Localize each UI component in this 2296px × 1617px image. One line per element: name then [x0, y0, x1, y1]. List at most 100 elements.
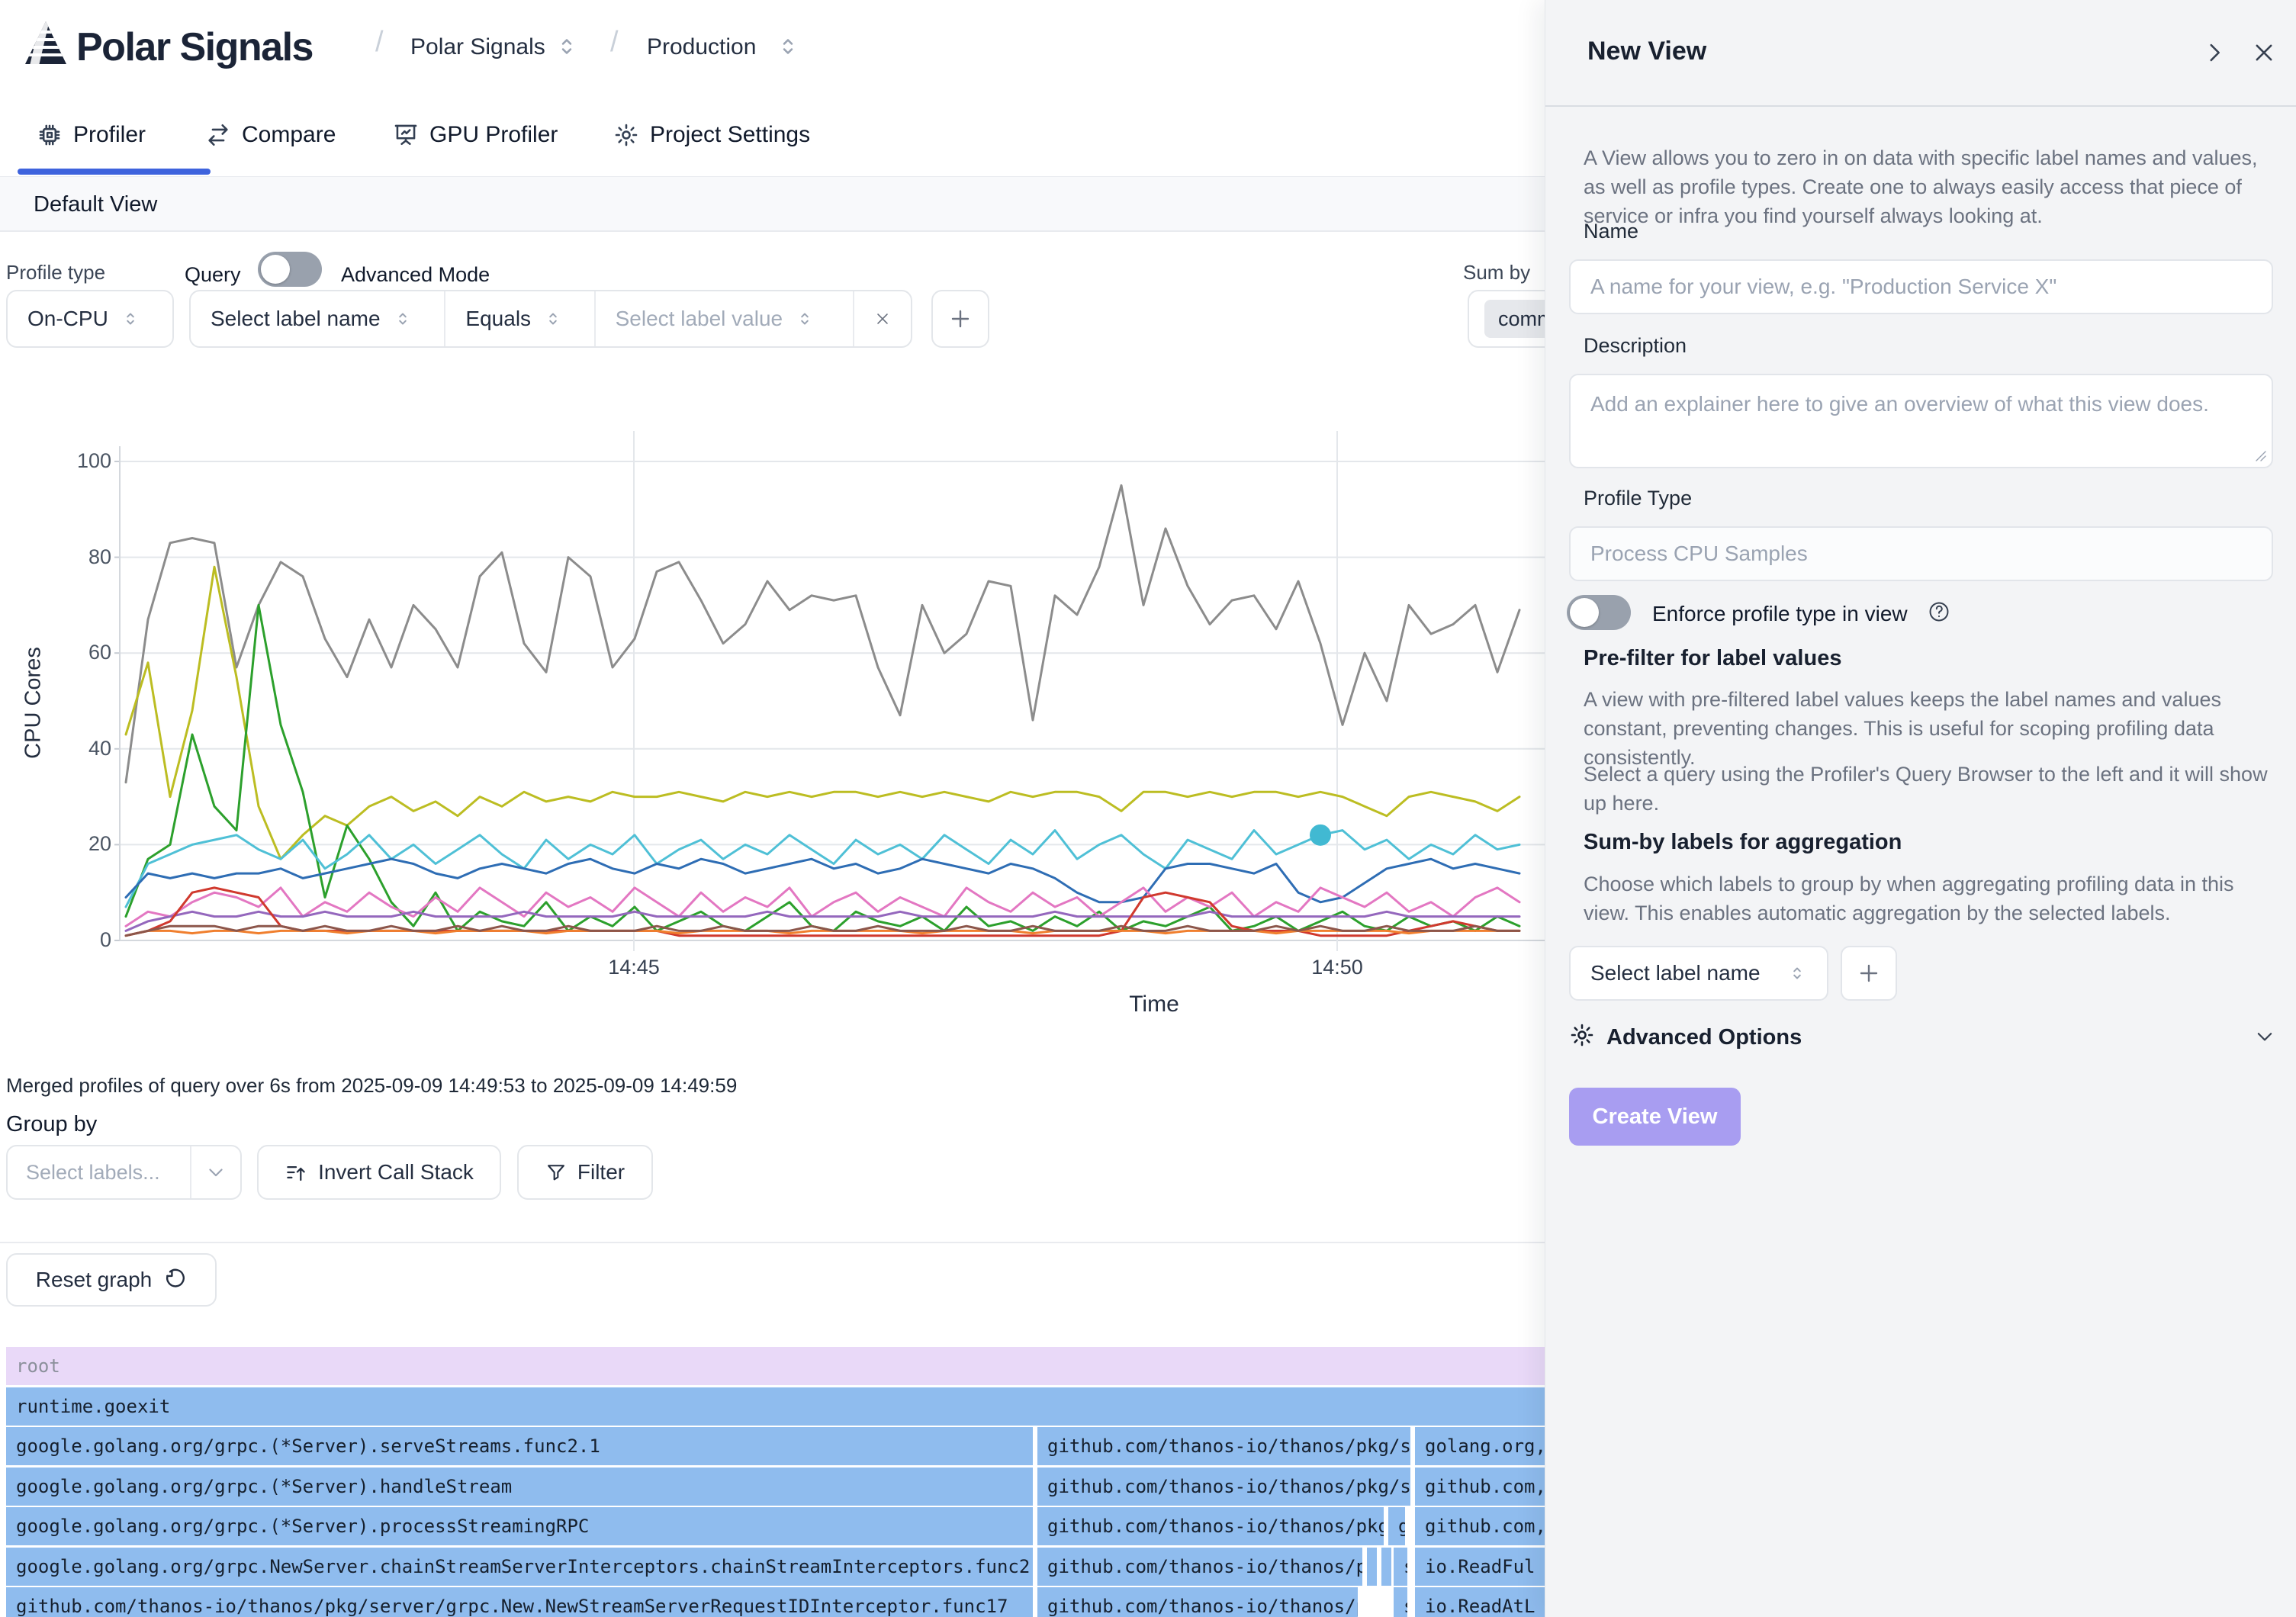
label-value-select[interactable]: Select label value	[594, 291, 853, 346]
view-name-input[interactable]: A name for your view, e.g. "Production S…	[1569, 259, 2273, 314]
reset-graph-button[interactable]: Reset graph	[6, 1253, 217, 1307]
x-axis-title: Time	[1093, 992, 1215, 1017]
current-view-label: Default View	[34, 192, 157, 217]
flame-node-root[interactable]: root	[6, 1347, 1545, 1385]
prefilter-paragraph-1: A view with pre-filtered label values ke…	[1584, 685, 2274, 772]
filter-button[interactable]: Filter	[517, 1145, 653, 1200]
reset-icon	[162, 1268, 187, 1292]
arrows-right-left-icon	[205, 122, 231, 148]
group-by-label: Group by	[6, 1112, 97, 1137]
tab-profiler[interactable]: Profiler	[37, 122, 146, 148]
group-by-chevron-section[interactable]	[190, 1146, 240, 1198]
profile-type-select[interactable]: On-CPU	[6, 290, 174, 348]
sumby-label-select[interactable]: Select label name	[1569, 946, 1828, 1001]
flame-node[interactable]: s	[1394, 1587, 1407, 1617]
merged-profiles-summary: Merged profiles of query over 6s from 20…	[6, 1074, 737, 1098]
tab-project-settings[interactable]: Project Settings	[613, 122, 810, 148]
profile-type-input[interactable]: Process CPU Samples	[1569, 526, 2273, 581]
add-matcher-button[interactable]	[931, 290, 989, 348]
enforce-profile-type-toggle[interactable]	[1567, 595, 1631, 630]
close-icon	[874, 307, 891, 330]
tab-compare[interactable]: Compare	[205, 122, 336, 148]
flame-node[interactable]: github.com/thanos-io/thanos/p	[1037, 1587, 1358, 1617]
y-tick-label: 20	[0, 832, 111, 856]
flame-node[interactable]: runtime.goexit	[6, 1387, 1545, 1426]
flame-node[interactable]: io.ReadFul	[1415, 1548, 1545, 1586]
breadcrumb-separator: /	[375, 26, 384, 59]
flame-node[interactable]	[1367, 1548, 1377, 1586]
help-circle-icon[interactable]	[1927, 600, 1951, 624]
bars-arrow-up-icon	[285, 1161, 307, 1184]
tab-label: GPU Profiler	[429, 122, 558, 148]
breadcrumb-org[interactable]: Polar Signals	[410, 34, 545, 60]
tab-label: Profiler	[73, 122, 146, 148]
flame-node[interactable]: s	[1394, 1548, 1407, 1586]
y-tick-label: 0	[0, 928, 111, 952]
query-label: Query	[185, 263, 241, 287]
cpu-usage-chart[interactable]	[114, 416, 1545, 961]
chevron-up-down-icon	[543, 309, 563, 329]
toggle-knob	[1570, 598, 1599, 627]
y-tick-label: 100	[0, 449, 111, 473]
prefilter-heading: Pre-filter for label values	[1584, 646, 1841, 671]
series-pink	[126, 888, 1519, 926]
description-label: Description	[1584, 334, 1687, 358]
group-by-placeholder: Select labels...	[8, 1161, 178, 1185]
highlighted-datapoint[interactable]	[1310, 825, 1331, 846]
advanced-options-label[interactable]: Advanced Options	[1606, 1025, 1802, 1050]
logo-wordmark[interactable]: Polar Signals	[76, 24, 313, 70]
create-view-button[interactable]: Create View	[1569, 1088, 1741, 1146]
advanced-mode-toggle[interactable]	[258, 252, 322, 287]
sumby-add-label-button[interactable]	[1841, 946, 1897, 1001]
flame-node[interactable]: github.com/thanos-io/thanos/pkg/st	[1037, 1468, 1410, 1506]
new-view-panel: New View A View allows you to zero in on…	[1545, 0, 2296, 1617]
flame-node[interactable]: github.com/thanos-io/thanos/pkg/	[1037, 1507, 1384, 1545]
flame-node[interactable]: github.com,	[1415, 1468, 1545, 1506]
name-label: Name	[1584, 220, 1638, 243]
flame-node[interactable]: github.com/thanos-io/thanos/p	[1037, 1548, 1362, 1586]
flame-node[interactable]: golang.org,	[1415, 1427, 1545, 1465]
label-name-select[interactable]: Select label name	[191, 291, 444, 346]
chevron-up-down-icon[interactable]	[554, 34, 580, 59]
plus-icon	[948, 307, 973, 331]
breadcrumb-project[interactable]: Production	[647, 34, 756, 60]
operator-value: Equals	[465, 307, 531, 331]
resize-handle-icon[interactable]	[2255, 450, 2267, 462]
view-name-placeholder: A name for your view, e.g. "Production S…	[1590, 275, 2056, 299]
flame-node[interactable]: github.com/thanos-io/thanos/pkg/server/g…	[6, 1587, 1033, 1617]
flame-node[interactable]: google.golang.org/grpc.(*Server).process…	[6, 1507, 1033, 1545]
label-value-placeholder: Select label value	[616, 307, 783, 331]
flame-node[interactable]: google.golang.org/grpc.NewServer.chainSt…	[6, 1548, 1033, 1586]
invert-call-stack-button[interactable]: Invert Call Stack	[257, 1145, 501, 1200]
tab-label: Project Settings	[650, 122, 810, 148]
operator-select[interactable]: Equals	[444, 291, 593, 346]
flame-node[interactable]: g	[1388, 1507, 1405, 1545]
sumby-label-placeholder: Select label name	[1590, 961, 1761, 985]
y-tick-label: 60	[0, 641, 111, 664]
chevron-down-icon[interactable]	[2253, 1025, 2276, 1048]
flame-node[interactable]: google.golang.org/grpc.(*Server).handleS…	[6, 1468, 1033, 1506]
polar-signals-logo-icon	[24, 20, 68, 66]
flame-node[interactable]: github.com,	[1415, 1507, 1545, 1545]
chevron-down-icon	[205, 1162, 227, 1183]
flame-node[interactable]	[1381, 1548, 1391, 1586]
flame-node[interactable]: io.ReadAtL	[1415, 1587, 1545, 1617]
close-icon[interactable]	[2251, 40, 2277, 66]
sumby-paragraph: Choose which labels to group by when agg…	[1584, 870, 2274, 927]
view-description-textarea[interactable]: Add an explainer here to give an overvie…	[1569, 374, 2273, 468]
chevron-right-icon[interactable]	[2201, 40, 2227, 66]
profile-type-label: Profile type	[6, 261, 105, 285]
remove-matcher-button[interactable]	[853, 291, 911, 346]
advanced-mode-label: Advanced Mode	[341, 263, 490, 287]
profile-type-value: On-CPU	[27, 307, 108, 331]
profile-type-label: Profile Type	[1584, 487, 1692, 510]
series-olive	[126, 567, 1519, 859]
flame-node[interactable]: github.com/thanos-io/thanos/pkg/st	[1037, 1427, 1410, 1465]
chevron-up-down-icon[interactable]	[775, 34, 801, 59]
group-by-select[interactable]: Select labels...	[6, 1145, 242, 1200]
flame-node[interactable]: google.golang.org/grpc.(*Server).serveSt…	[6, 1427, 1033, 1465]
gear-icon	[613, 122, 639, 148]
y-tick-label: 40	[0, 737, 111, 760]
label-matcher-group: Select label name Equals Select label va…	[189, 290, 912, 348]
tab-gpu-profiler[interactable]: GPU Profiler	[393, 122, 558, 148]
